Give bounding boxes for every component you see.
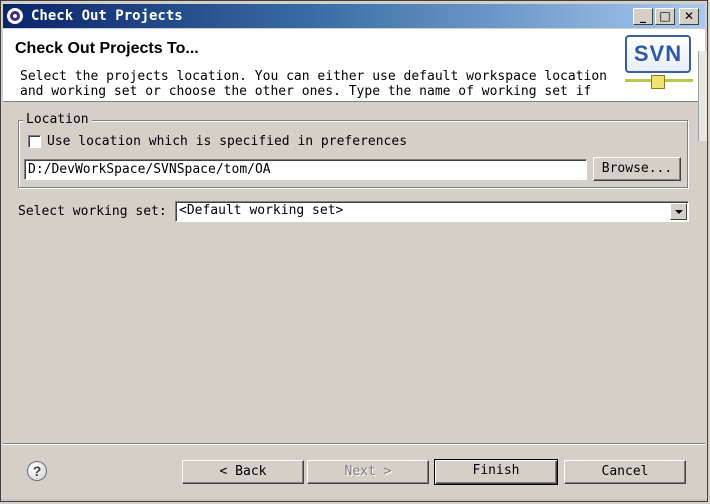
page-title: Check Out Projects To...: [15, 40, 199, 57]
cancel-button[interactable]: Cancel: [564, 460, 686, 484]
use-preferences-label[interactable]: Use location which is specified in prefe…: [47, 134, 407, 149]
description-line: Select the projects location. You can ei…: [20, 69, 607, 84]
maximize-button[interactable]: □: [655, 8, 675, 25]
taskbar-strip: [1, 499, 707, 501]
check-out-dialog: Check Out Projects _ □ ✕ Check Out Proje…: [0, 0, 708, 502]
wizard-banner: Check Out Projects To... Select the proj…: [3, 29, 705, 102]
location-legend: Location: [23, 112, 92, 127]
title-bar[interactable]: Check Out Projects _ □ ✕: [3, 4, 705, 28]
svn-logo: SVN: [625, 35, 691, 73]
window-title: Check Out Projects: [31, 8, 183, 24]
back-button[interactable]: < Back: [182, 460, 304, 484]
eclipse-icon: [7, 8, 23, 24]
use-preferences-checkbox[interactable]: [28, 135, 41, 148]
next-button: Next >: [307, 460, 429, 484]
working-set-label: Select working set:: [18, 204, 167, 219]
help-icon[interactable]: ?: [27, 461, 47, 481]
finish-button[interactable]: Finish: [434, 459, 558, 485]
footer-separator: [3, 443, 705, 445]
working-set-value: <Default working set>: [179, 203, 344, 218]
working-set-select[interactable]: <Default working set>: [175, 201, 689, 222]
description-scrollbar[interactable]: [698, 51, 707, 141]
close-button[interactable]: ✕: [679, 8, 699, 25]
svn-logo-box-icon: [651, 75, 665, 89]
location-path-field[interactable]: [24, 159, 587, 180]
svn-logo-text: SVN: [633, 41, 683, 66]
page-description: Select the projects location. You can ei…: [20, 69, 620, 99]
description-line: and working set or choose the other ones…: [20, 84, 592, 99]
minimize-button[interactable]: _: [633, 8, 653, 25]
browse-button[interactable]: Browse...: [593, 157, 681, 181]
dropdown-arrow-icon[interactable]: [670, 203, 687, 220]
